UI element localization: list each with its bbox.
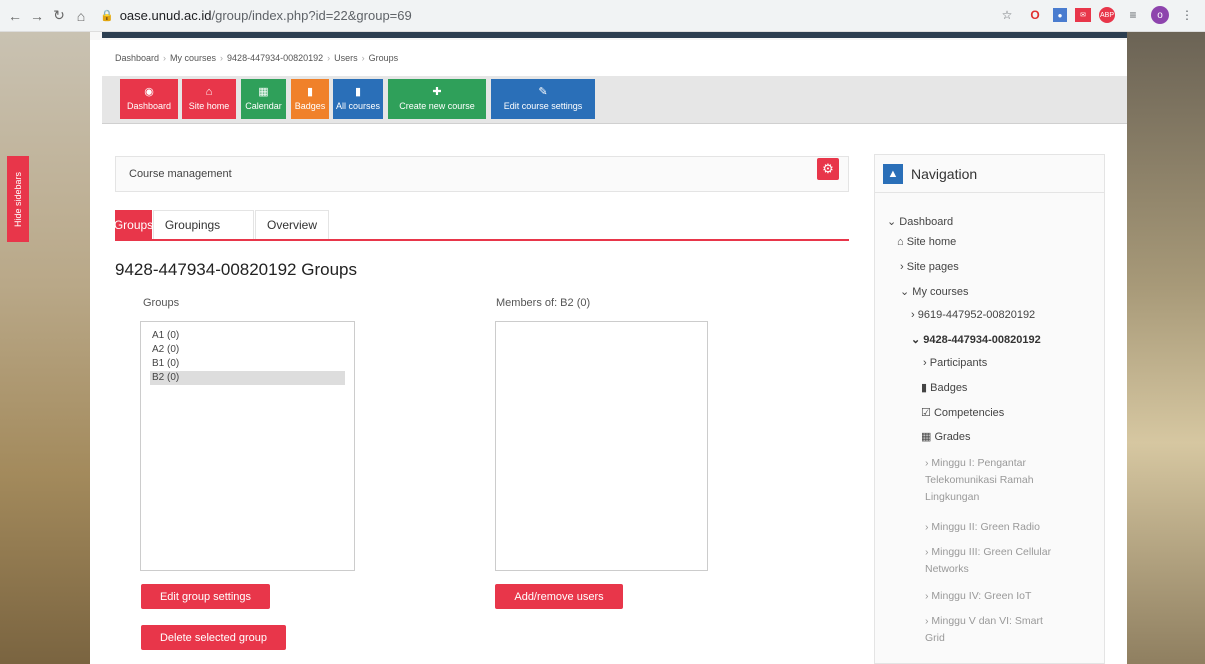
- chevron-right-icon: ›: [925, 590, 929, 602]
- add-remove-users-button[interactable]: Add/remove users: [495, 584, 623, 609]
- nav-competencies[interactable]: ☑ Competencies: [921, 406, 1004, 419]
- shield-icon: ▮: [921, 382, 928, 394]
- nav-badges[interactable]: ▮ Badges: [921, 381, 967, 394]
- chevron-right-icon: ›: [923, 357, 927, 369]
- chevron-right-icon: ›: [925, 546, 929, 558]
- nav-week-4[interactable]: › Minggu IV: Green IoT: [925, 588, 1031, 605]
- extension-icon[interactable]: ●: [1053, 8, 1067, 22]
- chevron-right-icon: ›: [925, 615, 929, 627]
- chevron-right-icon: ›: [911, 309, 915, 321]
- create-new-course-button[interactable]: ✚ Create new course: [388, 79, 486, 119]
- desktop-background-right: [1127, 32, 1205, 664]
- breadcrumb-groups[interactable]: Groups: [369, 53, 399, 63]
- group-option[interactable]: A2 (0): [150, 343, 345, 357]
- book-icon: ▮: [354, 86, 362, 98]
- navigation-header: ▲ Navigation: [875, 155, 1104, 193]
- breadcrumb-my-courses[interactable]: My courses: [170, 53, 216, 63]
- course-management-label: Course management: [129, 168, 232, 180]
- calendar-button[interactable]: ▦ Calendar: [241, 79, 286, 119]
- badges-button[interactable]: ▮ Badges: [291, 79, 329, 119]
- breadcrumb: Dashboard › My courses › 9428-447934-008…: [115, 53, 399, 63]
- breadcrumb-users[interactable]: Users: [334, 53, 358, 63]
- calendar-icon: ▦: [258, 86, 269, 98]
- dashboard-icon: ◉: [144, 86, 154, 98]
- bookmark-icon: ▮: [306, 86, 314, 98]
- page-title: 9428-447934-00820192 Groups: [115, 260, 357, 279]
- plus-icon: ✚: [432, 86, 442, 98]
- members-label: Members of: B2 (0): [496, 297, 591, 309]
- groups-listbox[interactable]: A1 (0) A2 (0) B1 (0) B2 (0): [140, 321, 355, 571]
- tab-groupings[interactable]: Groupings: [153, 210, 254, 239]
- tab-groups[interactable]: Groups: [114, 210, 153, 239]
- nav-site-home[interactable]: ⌂ Site home: [897, 236, 956, 248]
- chevron-down-icon: ⌄: [900, 286, 910, 298]
- dashboard-button[interactable]: ◉ Dashboard: [120, 79, 178, 119]
- edit-icon: ✎: [538, 86, 548, 98]
- reload-icon[interactable]: ↻: [50, 7, 68, 25]
- site-home-button[interactable]: ⌂ Site home: [182, 79, 236, 119]
- breadcrumb-dashboard[interactable]: Dashboard: [115, 53, 159, 63]
- checkbox-icon: ☑: [921, 407, 931, 419]
- nav-grades[interactable]: ▦ Grades: [921, 430, 971, 443]
- chevron-right-icon: ›: [900, 261, 904, 273]
- table-icon: ▦: [921, 431, 932, 443]
- nav-my-courses[interactable]: ⌄ My courses: [900, 285, 969, 298]
- groups-label: Groups: [143, 297, 180, 309]
- edit-group-settings-button[interactable]: Edit group settings: [141, 584, 270, 609]
- members-listbox[interactable]: [495, 321, 708, 571]
- chevron-down-icon: ⌄: [887, 216, 897, 228]
- navigation-block: ▲ Navigation ⌄ Dashboard ⌂ Site home › S…: [874, 154, 1105, 664]
- chevron-down-icon: ⌄: [911, 334, 921, 346]
- profile-icon[interactable]: o: [1151, 6, 1169, 24]
- nav-site-pages[interactable]: › Site pages: [900, 261, 959, 273]
- nav-week-2[interactable]: › Minggu II: Green Radio: [925, 519, 1040, 536]
- nav-course-9428[interactable]: ⌄ 9428-447934-00820192: [911, 333, 1041, 346]
- group-option[interactable]: B1 (0): [150, 357, 345, 371]
- group-option-selected[interactable]: B2 (0): [150, 371, 345, 385]
- home-icon: ⌂: [205, 86, 213, 98]
- all-courses-button[interactable]: ▮ All courses: [333, 79, 383, 119]
- nav-dashboard[interactable]: ⌄ Dashboard: [887, 215, 953, 228]
- delete-selected-group-button[interactable]: Delete selected group: [141, 625, 286, 650]
- opera-icon[interactable]: O: [1025, 5, 1045, 25]
- nav-week-5[interactable]: › Minggu V dan VI: Smart Grid: [925, 613, 1043, 647]
- mail-extension-icon[interactable]: ✉: [1075, 8, 1091, 22]
- page-content: Dashboard › My courses › 9428-447934-008…: [90, 32, 1127, 664]
- home-icon[interactable]: ⌂: [72, 7, 90, 25]
- desktop-background-left: [0, 32, 90, 664]
- kebab-menu-icon[interactable]: ⋮: [1177, 5, 1197, 25]
- group-tabs: Groups Groupings Overview: [114, 210, 849, 241]
- nav-week-3[interactable]: › Minggu III: Green Cellular Networks: [925, 544, 1051, 578]
- queue-icon[interactable]: ≡: [1123, 5, 1143, 25]
- edit-course-settings-button[interactable]: ✎ Edit course settings: [491, 79, 595, 119]
- gear-icon[interactable]: ⚙: [817, 158, 839, 180]
- nav-participants[interactable]: › Participants: [923, 357, 987, 369]
- browser-toolbar: ← → ↻ ⌂ 🔒 oase.unud.ac.id /group/index.p…: [0, 0, 1205, 32]
- url-domain: oase.unud.ac.id: [119, 8, 212, 23]
- url-path: /group/index.php?id=22&group=69: [211, 8, 412, 23]
- tab-overview[interactable]: Overview: [255, 210, 329, 239]
- chevron-right-icon: ›: [925, 457, 929, 469]
- top-strip: [90, 32, 1127, 40]
- breadcrumb-course[interactable]: 9428-447934-00820192: [227, 53, 323, 63]
- hide-sidebars-toggle[interactable]: Hide sidebars: [7, 156, 29, 242]
- star-icon[interactable]: ☆: [997, 5, 1017, 25]
- chevron-right-icon: ›: [925, 521, 929, 533]
- course-toolbar: ◉ Dashboard ⌂ Site home ▦ Calendar ▮ Bad…: [102, 76, 1127, 124]
- lock-icon: 🔒: [100, 10, 114, 22]
- address-bar[interactable]: 🔒 oase.unud.ac.id /group/index.php?id=22…: [100, 4, 412, 28]
- nav-course-9619[interactable]: › 9619-447952-00820192: [911, 309, 1035, 321]
- home-icon: ⌂: [897, 236, 904, 248]
- navigation-title: Navigation: [911, 165, 978, 182]
- course-management-bar: Course management: [115, 156, 849, 192]
- back-arrow-icon[interactable]: ←: [6, 7, 24, 25]
- sitemap-icon: ▲: [883, 163, 903, 184]
- nav-week-1[interactable]: › Minggu I: Pengantar Telekomunikasi Ram…: [925, 455, 1034, 506]
- forward-arrow-icon[interactable]: →: [28, 7, 46, 25]
- group-option[interactable]: A1 (0): [150, 329, 345, 343]
- adblock-icon[interactable]: ABP: [1099, 7, 1115, 23]
